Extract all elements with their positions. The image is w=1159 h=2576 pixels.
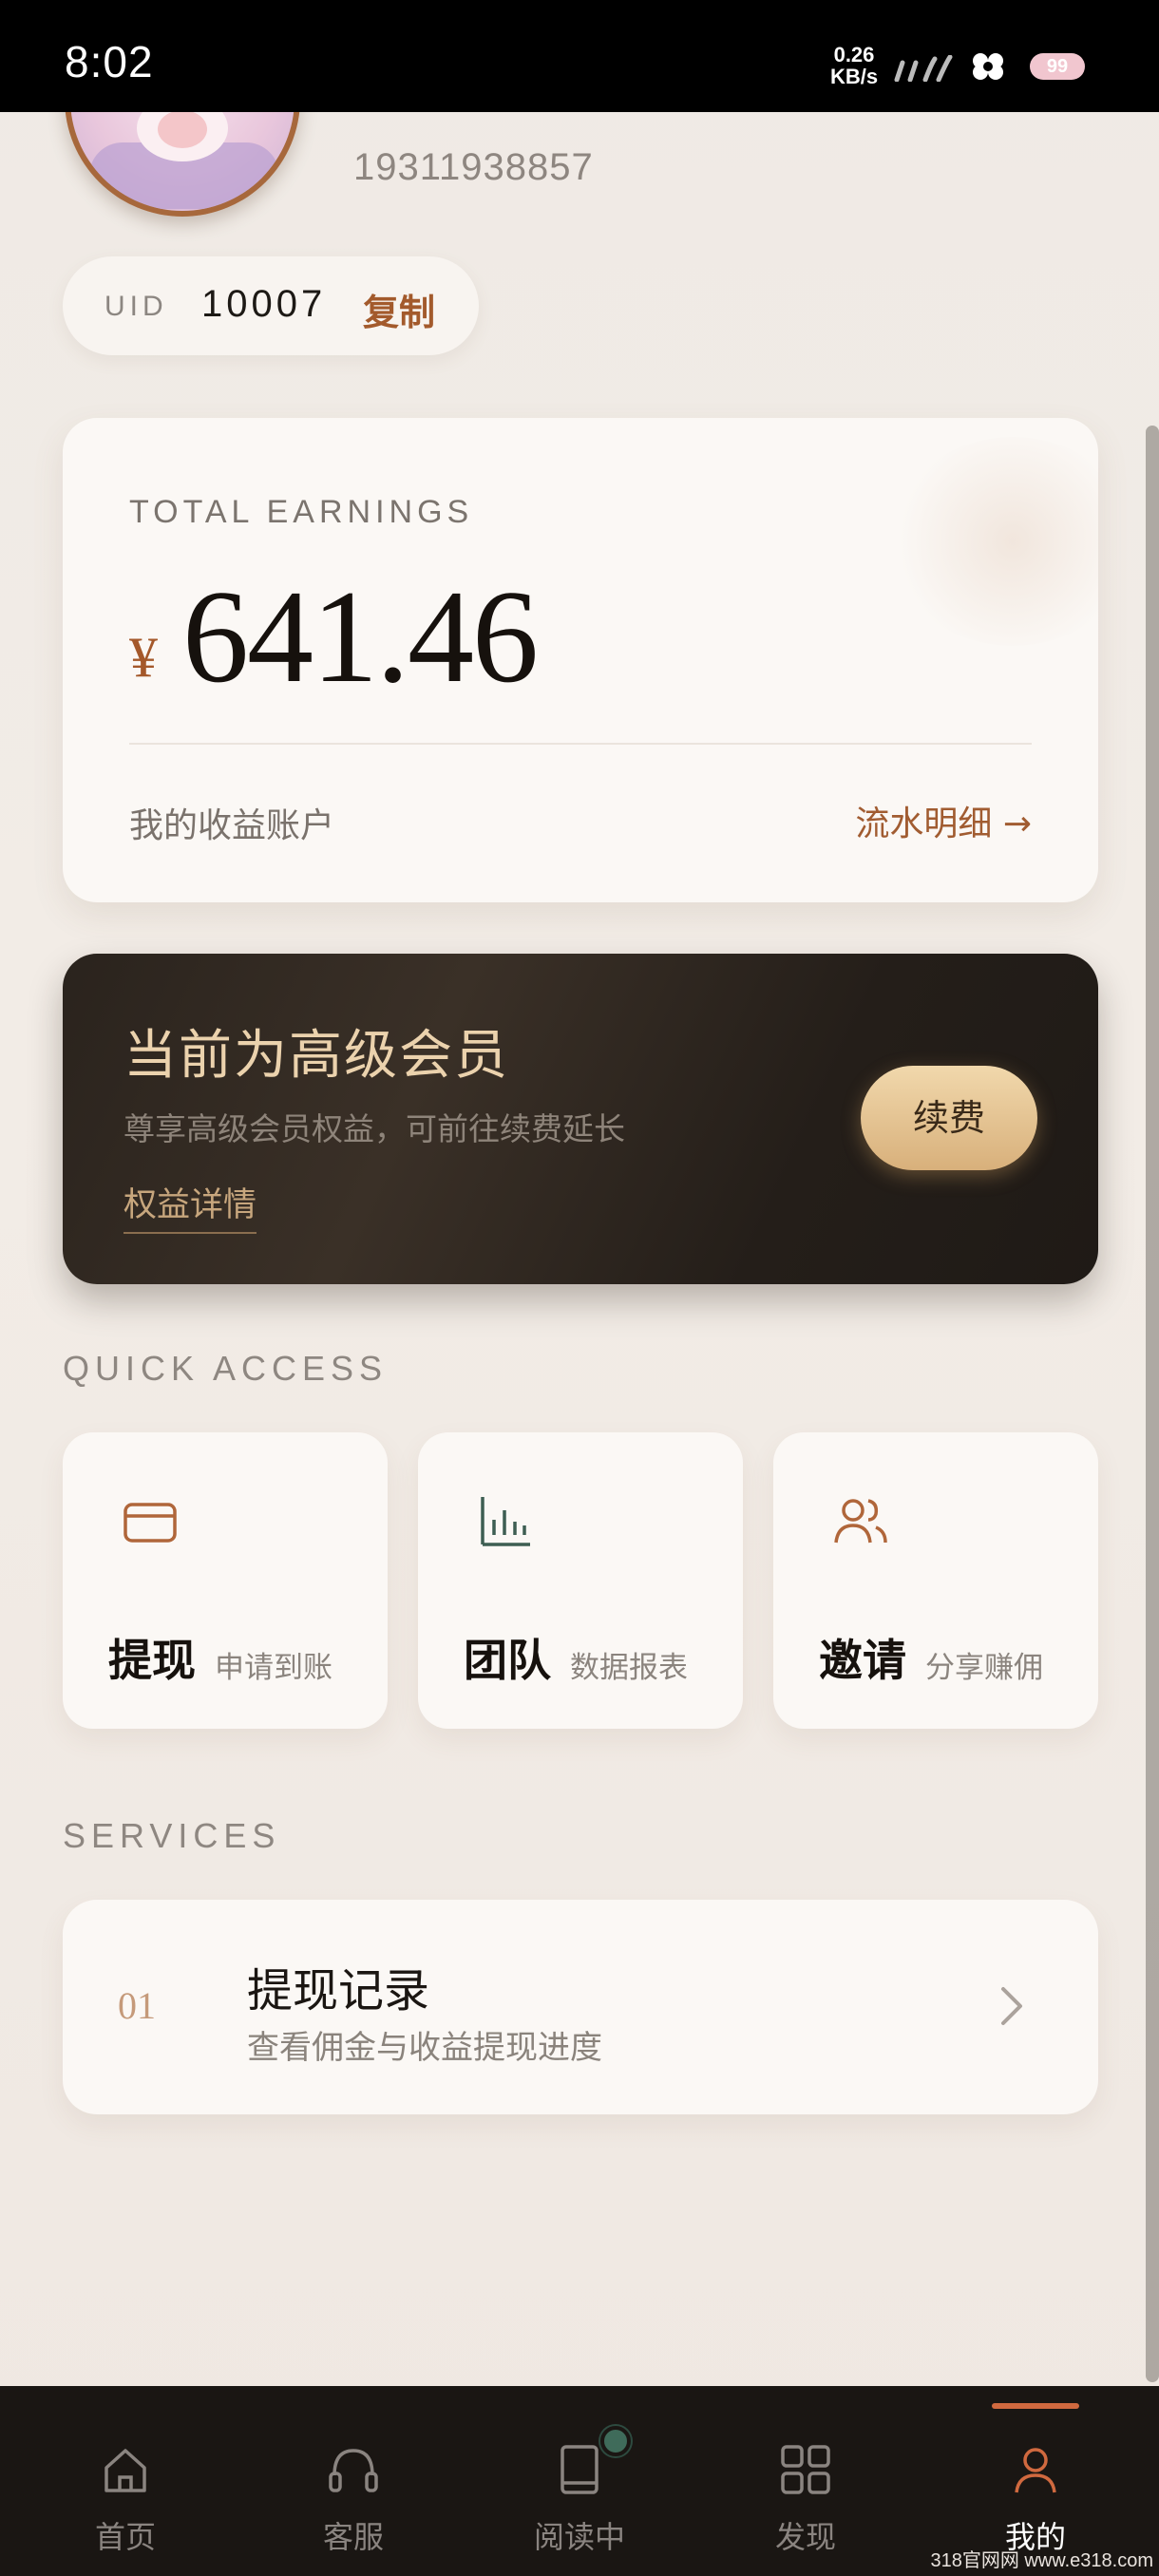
nav-label: 客服 [322, 2519, 384, 2555]
service-withdraw-records[interactable]: 01 提现记录 查看佣金与收益提现进度 [63, 1900, 1098, 2114]
page-background [0, 0, 1159, 2576]
uid-label: UID [104, 291, 168, 322]
battery-icon: 99 [1030, 53, 1085, 80]
nav-label: 阅读中 [533, 2519, 625, 2555]
home-icon [104, 2449, 146, 2492]
book-icon [560, 2445, 598, 2494]
network-speed-unit: KB/s [829, 65, 879, 88]
quick-title: 提现 [108, 1635, 196, 1686]
wifi-icon [973, 53, 1003, 80]
currency-symbol: ¥ [129, 626, 158, 689]
nav-item-discover[interactable]: 发现 [711, 2386, 901, 2576]
reading-badge [600, 2426, 631, 2456]
phone-number: 19311938857 [353, 146, 594, 188]
quick-tile-invite[interactable]: 邀请 分享赚佣 [773, 1432, 1098, 1729]
quick-subtitle: 申请到账 [215, 1651, 332, 1685]
grid-icon [781, 2445, 830, 2494]
scrollbar[interactable] [1146, 426, 1159, 2382]
nav-item-home[interactable]: 首页 [30, 2386, 220, 2576]
bottom-nav: 首页 客服 阅读中 发现 我的 318官网网 www.e318.com [0, 2386, 1159, 2576]
status-bar: 8:02 0.26 KB/s 99 [0, 0, 1159, 112]
account-label: 我的收益账户 [129, 806, 335, 845]
quick-subtitle: 数据报表 [570, 1651, 688, 1685]
quick-tile-team[interactable]: 团队 数据报表 [418, 1432, 743, 1729]
quick-title: 团队 [464, 1635, 551, 1686]
service-title: 提现记录 [247, 1964, 430, 2017]
renew-button[interactable]: 续费 [861, 1066, 1037, 1170]
user-icon [1015, 2448, 1056, 2493]
flow-details-link[interactable]: 流水明细 → [855, 796, 1032, 845]
service-description: 查看佣金与收益提现进度 [247, 2029, 602, 2067]
signal-icon [894, 55, 953, 82]
nav-label: 首页 [94, 2519, 156, 2555]
status-time: 8:02 [65, 37, 154, 86]
users-icon [834, 1499, 887, 1544]
membership-card: 当前为高级会员 尊享高级会员权益，可前往续费延长 权益详情 续费 [63, 954, 1098, 1284]
membership-description: 尊享高级会员权益，可前往续费延长 [124, 1110, 625, 1147]
bar-chart-icon [481, 1497, 530, 1546]
nav-item-support[interactable]: 客服 [258, 2386, 448, 2576]
watermark: 318官网网 www.e318.com [930, 2550, 1153, 2571]
earnings-label: TOTAL EARNINGS [129, 494, 474, 530]
nav-label: 发现 [774, 2519, 836, 2555]
earnings-glow [889, 437, 1098, 646]
network-speed-value: 0.26 [833, 43, 875, 66]
quick-title: 邀请 [819, 1635, 906, 1686]
quick-subtitle: 分享赚佣 [925, 1651, 1043, 1685]
services-label: SERVICES [63, 1816, 281, 1855]
nav-item-reading[interactable]: 阅读中 [484, 2386, 674, 2576]
membership-title: 当前为高级会员 [124, 1025, 509, 1087]
divider [129, 743, 1032, 745]
avatar-sheep-head [158, 110, 207, 148]
benefits-link[interactable]: 权益详情 [124, 1178, 257, 1234]
card-icon [124, 1503, 177, 1543]
copy-uid-button[interactable]: 复制 [363, 283, 435, 335]
headset-icon [329, 2449, 378, 2492]
network-speed: 0.26 KB/s [821, 44, 887, 87]
earnings-card: TOTAL EARNINGS ¥ 641.46 我的收益账户 流水明细 → [63, 418, 1098, 902]
service-number: 01 [118, 1984, 156, 2027]
uid-pill: UID 10007 复制 [63, 256, 479, 355]
earnings-amount: 641.46 [182, 563, 539, 710]
chevron-right-icon [1001, 1987, 1022, 2025]
quick-tile-withdraw[interactable]: 提现 申请到账 [63, 1432, 388, 1729]
uid-value: 10007 [201, 283, 327, 325]
quick-access-label: QUICK ACCESS [63, 1349, 389, 1388]
